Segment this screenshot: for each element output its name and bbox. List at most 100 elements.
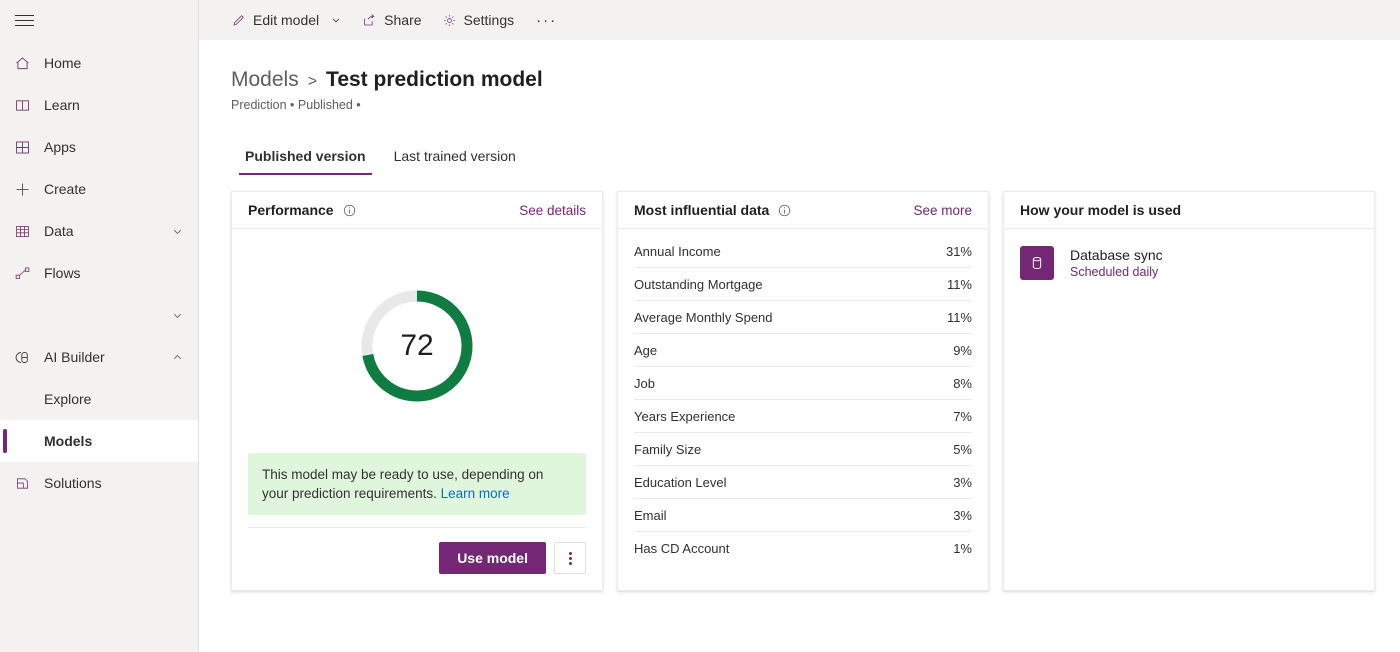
pencil-icon: [231, 13, 246, 28]
info-icon[interactable]: [777, 203, 792, 218]
sidebar-item-label: Data: [40, 223, 74, 239]
influential-field-percent: 9%: [953, 343, 972, 358]
version-tabs: Published version Last trained version: [231, 138, 1400, 175]
breadcrumb-separator-icon: >: [308, 73, 317, 91]
table-row: Education Level 3%: [634, 466, 972, 499]
influential-field-name: Job: [634, 376, 655, 391]
performance-gauge: 72: [248, 229, 586, 453]
sidebar-item-data[interactable]: Data: [0, 210, 198, 252]
influential-field-name: Years Experience: [634, 409, 735, 424]
donut-chart: 72: [359, 288, 475, 404]
more-vertical-icon: [569, 550, 572, 567]
sidebar-item-flows[interactable]: Flows: [0, 252, 198, 294]
solutions-icon: [14, 473, 40, 493]
edit-model-label: Edit model: [253, 12, 319, 28]
flows-icon: [14, 263, 40, 283]
model-usage-card: How your model is used: [1003, 191, 1375, 591]
influential-field-name: Email: [634, 508, 667, 523]
table-row: Job8%: [634, 367, 972, 400]
sidebar-item-models[interactable]: Models: [0, 420, 198, 462]
share-button[interactable]: Share: [352, 0, 431, 40]
chevron-down-icon[interactable]: [171, 309, 184, 322]
list-item[interactable]: Database sync Scheduled daily: [1020, 246, 1358, 280]
sidebar-item-learn[interactable]: Learn: [0, 84, 198, 126]
use-model-button[interactable]: Use model: [439, 542, 546, 574]
sidebar-item-label: Models: [44, 433, 92, 449]
sidebar-collapse-row[interactable]: [0, 294, 198, 336]
influential-field-percent: 1%: [953, 541, 972, 556]
sidebar-nav: Home Learn Apps: [0, 42, 198, 504]
influential-field-percent: 11%: [947, 310, 972, 325]
influential-field-percent: 7%: [953, 409, 972, 424]
usage-list: Database sync Scheduled daily: [1020, 229, 1358, 280]
sidebar-item-ai-builder[interactable]: AI Builder: [0, 336, 198, 378]
influential-data-card: Most influential data See more Annual In…: [617, 191, 989, 591]
more-options-button[interactable]: [554, 542, 586, 574]
status-banner: This model may be ready to use, dependin…: [248, 453, 586, 515]
see-more-link[interactable]: See more: [913, 203, 972, 218]
home-icon: [14, 53, 40, 73]
influential-card-title: Most influential data: [634, 202, 769, 218]
influential-field-name: Education Level: [634, 475, 727, 490]
sidebar-item-solutions[interactable]: Solutions: [0, 462, 198, 504]
breadcrumb: Models > Test prediction model: [231, 68, 1400, 92]
share-label: Share: [384, 12, 421, 28]
book-icon: [14, 95, 40, 115]
main-area: Edit model Share: [199, 0, 1400, 652]
selection-indicator: [3, 429, 7, 453]
edit-model-button[interactable]: Edit model: [221, 0, 352, 40]
page-title: Test prediction model: [326, 68, 543, 92]
chevron-down-icon[interactable]: [171, 225, 184, 238]
hamburger-icon[interactable]: [0, 0, 48, 40]
sidebar-item-explore[interactable]: Explore: [0, 378, 198, 420]
sidebar-item-apps[interactable]: Apps: [0, 126, 198, 168]
influential-list: Annual Income31%Outstanding Mortgage11%A…: [634, 229, 972, 565]
influential-field-percent: 3%: [953, 475, 972, 490]
sidebar-item-home[interactable]: Home: [0, 42, 198, 84]
database-icon: [1020, 246, 1054, 280]
info-icon[interactable]: [342, 203, 357, 218]
influential-card-header: Most influential data See more: [618, 192, 988, 229]
influential-field-name: Has CD Account: [634, 541, 729, 556]
gear-icon: [442, 13, 457, 28]
apps-grid-icon: [14, 137, 40, 157]
influential-field-percent: 11%: [947, 277, 972, 292]
table-row: Years Experience 7%: [634, 400, 972, 433]
sidebar-item-label: Solutions: [40, 475, 102, 491]
table-row: Age9%: [634, 334, 972, 367]
influential-field-name: Annual Income: [634, 244, 721, 259]
performance-card-body: 72 This model may be ready to use, depen…: [232, 229, 602, 590]
tab-published-version[interactable]: Published version: [231, 138, 380, 175]
performance-score: 72: [359, 288, 475, 404]
influential-card-body: Annual Income31%Outstanding Mortgage11%A…: [618, 229, 988, 590]
table-row: Average Monthly Spend11%: [634, 301, 972, 334]
cards-row: Performance See details: [231, 191, 1400, 591]
table-row: Email 3%: [634, 499, 972, 532]
usage-item-status: Scheduled daily: [1070, 265, 1163, 279]
sidebar-item-create[interactable]: Create: [0, 168, 198, 210]
sidebar-item-label: Learn: [40, 97, 80, 113]
settings-button[interactable]: Settings: [432, 0, 525, 40]
overflow-menu-button[interactable]: ···: [524, 0, 569, 40]
chevron-down-icon[interactable]: [330, 14, 342, 26]
table-row: Annual Income 31%: [634, 235, 972, 268]
see-details-link[interactable]: See details: [519, 203, 586, 218]
command-bar: Edit model Share: [199, 0, 1400, 40]
influential-field-percent: 31%: [946, 244, 972, 259]
influential-field-percent: 3%: [953, 508, 972, 523]
performance-card-title: Performance: [248, 202, 334, 218]
sidebar-item-label: Flows: [40, 265, 81, 281]
settings-label: Settings: [464, 12, 515, 28]
model-subtitle: Prediction • Published •: [231, 98, 1400, 112]
performance-card-header: Performance See details: [232, 192, 602, 229]
app-root: Home Learn Apps: [0, 0, 1400, 652]
influential-field-name: Outstanding Mortgage: [634, 277, 763, 292]
chevron-up-icon[interactable]: [171, 351, 184, 364]
share-icon: [362, 13, 377, 28]
learn-more-link[interactable]: Learn more: [441, 486, 510, 501]
usage-card-header: How your model is used: [1004, 192, 1374, 229]
breadcrumb-parent-link[interactable]: Models: [231, 68, 299, 92]
tab-last-trained-version[interactable]: Last trained version: [380, 138, 530, 175]
table-icon: [14, 221, 40, 241]
plus-icon: [14, 179, 40, 199]
